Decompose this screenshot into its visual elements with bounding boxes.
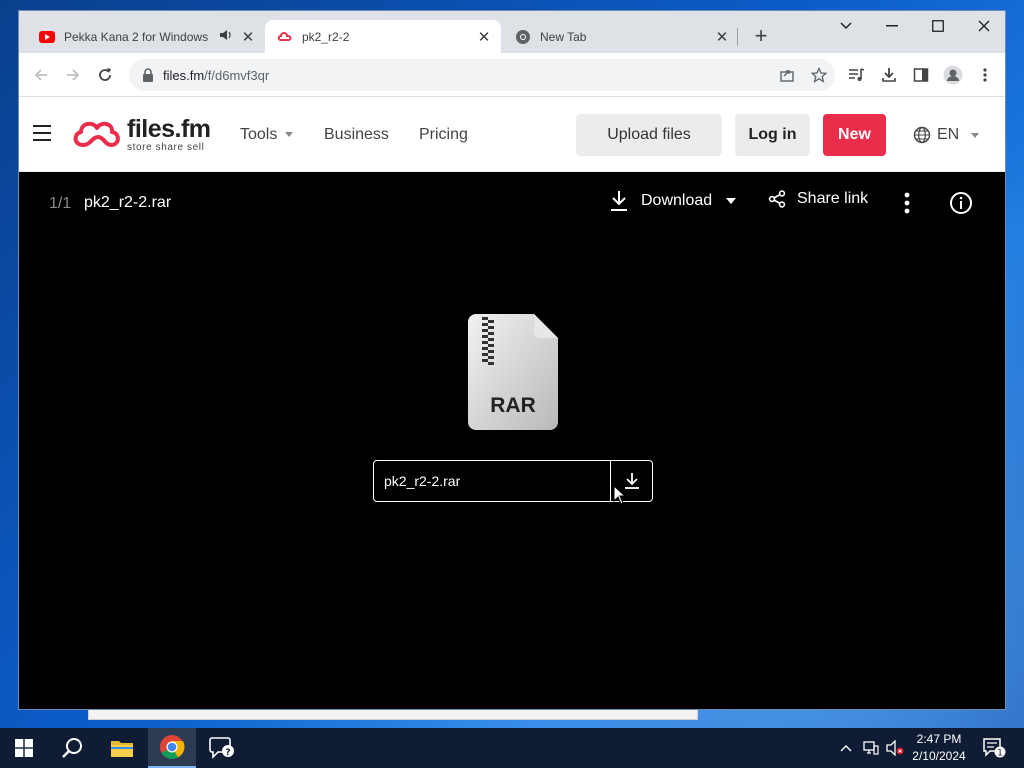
language-selector[interactable]: EN: [913, 126, 980, 144]
info-icon[interactable]: [949, 191, 973, 215]
forward-button[interactable]: [59, 61, 87, 89]
folder-icon: [111, 741, 133, 757]
file-explorer-button[interactable]: [98, 728, 146, 768]
media-control-icon[interactable]: [843, 61, 871, 89]
logo-tagline: store share sell: [127, 142, 205, 153]
filesfm-icon: [277, 31, 292, 41]
tab-title: Pekka Kana 2 for Windows: [64, 29, 209, 44]
close-tab-icon[interactable]: ✕: [239, 28, 257, 46]
new-button[interactable]: New: [823, 114, 886, 156]
tab-title: pk2_r2-2: [302, 29, 350, 44]
browser-toolbar: files.fm/f/d6mvf3qr: [19, 53, 1005, 97]
chrome-taskbar-button[interactable]: [148, 728, 196, 768]
tab-search-icon[interactable]: [823, 11, 869, 41]
file-type-label: RAR: [490, 394, 536, 417]
file-counter: 1/1: [49, 195, 72, 212]
nav-label: Pricing: [419, 126, 468, 143]
download-icon: [611, 191, 627, 211]
close-window-button[interactable]: [961, 11, 1005, 41]
tab-title: New Tab: [540, 29, 587, 44]
mouse-cursor-icon: [613, 485, 627, 505]
downloads-icon[interactable]: [875, 61, 903, 89]
maximize-button[interactable]: [915, 11, 961, 41]
url-host: files.fm: [163, 67, 205, 83]
show-hidden-icons-chevron[interactable]: [836, 728, 856, 768]
help-app-button[interactable]: ?: [198, 728, 246, 768]
download-label: Download: [641, 192, 713, 209]
globe-icon: [913, 126, 931, 144]
log-in-button[interactable]: Log in: [735, 114, 810, 156]
file-viewer: 1/1 pk2_r2-2.rar Download Share link RAR…: [19, 172, 1005, 709]
youtube-icon: [39, 30, 55, 43]
clock-date: 2/10/2024: [912, 749, 966, 763]
caret-down-icon: [726, 198, 737, 204]
notification-center-icon[interactable]: 1: [980, 728, 1008, 768]
bookmark-star-icon[interactable]: [803, 67, 835, 83]
logo-name: files.fm: [127, 115, 211, 143]
clock-time: 2:47 PM: [916, 732, 962, 746]
upload-files-button[interactable]: Upload files: [576, 114, 722, 156]
minimize-button[interactable]: [869, 11, 915, 41]
nav-tools[interactable]: Tools: [240, 126, 294, 144]
share-label: Share link: [797, 190, 869, 207]
new-tab-button[interactable]: +: [749, 23, 773, 48]
nav-business[interactable]: Business: [324, 126, 389, 144]
help-chat-icon: ?: [209, 737, 234, 759]
chrome-icon: [160, 735, 185, 760]
back-button[interactable]: [27, 61, 55, 89]
tab-youtube[interactable]: Pekka Kana 2 for Windows ✕: [27, 20, 265, 53]
tab-strip: Pekka Kana 2 for Windows ✕ pk2_r2-2 ✕ Ne…: [19, 11, 1005, 53]
volume-muted-icon[interactable]: [884, 728, 906, 768]
cloud-logo-icon: [73, 121, 120, 147]
start-button[interactable]: [0, 728, 48, 768]
tab-filesfm[interactable]: pk2_r2-2 ✕: [265, 20, 501, 53]
hamburger-menu-icon[interactable]: [33, 125, 51, 141]
share-link-button[interactable]: Share link: [768, 190, 868, 208]
taskbar: ? 2:47 PM 2/10/2024 1: [0, 728, 1024, 768]
tab-separator: [737, 28, 738, 46]
speaker-icon[interactable]: [219, 29, 235, 44]
viewer-filename: pk2_r2-2.rar: [84, 194, 172, 211]
search-button[interactable]: [48, 728, 96, 768]
file-entry-name: pk2_r2-2.rar: [384, 473, 461, 489]
close-tab-icon[interactable]: ✕: [475, 28, 493, 46]
share-icon: [768, 190, 786, 208]
download-dropdown-button[interactable]: Download: [609, 190, 737, 212]
notification-count: 1: [997, 749, 1003, 759]
nav-pricing[interactable]: Pricing: [419, 126, 468, 144]
more-options-icon[interactable]: [897, 191, 917, 215]
lock-icon[interactable]: [141, 68, 155, 82]
reload-button[interactable]: [91, 61, 119, 89]
tab-newtab[interactable]: New Tab ✕: [503, 20, 739, 53]
browser-window: Pekka Kana 2 for Windows ✕ pk2_r2-2 ✕ Ne…: [18, 10, 1006, 710]
system-clock[interactable]: 2:47 PM 2/10/2024: [904, 731, 974, 765]
site-header: files.fm store share sell Tools Business…: [19, 97, 1005, 172]
nav-label: Tools: [240, 126, 278, 143]
site-logo[interactable]: files.fm store share sell: [71, 117, 211, 153]
caret-down-icon: [971, 132, 980, 138]
network-icon[interactable]: [860, 728, 882, 768]
close-tab-icon[interactable]: ✕: [713, 28, 731, 46]
share-page-icon[interactable]: [771, 67, 803, 83]
language-code: EN: [937, 126, 960, 143]
address-bar[interactable]: files.fm/f/d6mvf3qr: [129, 59, 835, 91]
side-panel-icon[interactable]: [907, 61, 935, 89]
file-entry[interactable]: pk2_r2-2.rar: [373, 460, 653, 502]
svg-text:?: ?: [225, 748, 230, 758]
search-icon: [62, 738, 82, 758]
windows-logo-icon: [15, 739, 33, 757]
caret-down-icon: [285, 132, 294, 138]
url-text[interactable]: files.fm/f/d6mvf3qr: [163, 68, 269, 83]
profile-avatar[interactable]: [939, 61, 967, 89]
url-path: /f/d6mvf3qr: [204, 67, 270, 83]
nav-label: Business: [324, 126, 389, 143]
more-options-icon[interactable]: [971, 61, 999, 89]
chrome-icon: [516, 29, 530, 44]
